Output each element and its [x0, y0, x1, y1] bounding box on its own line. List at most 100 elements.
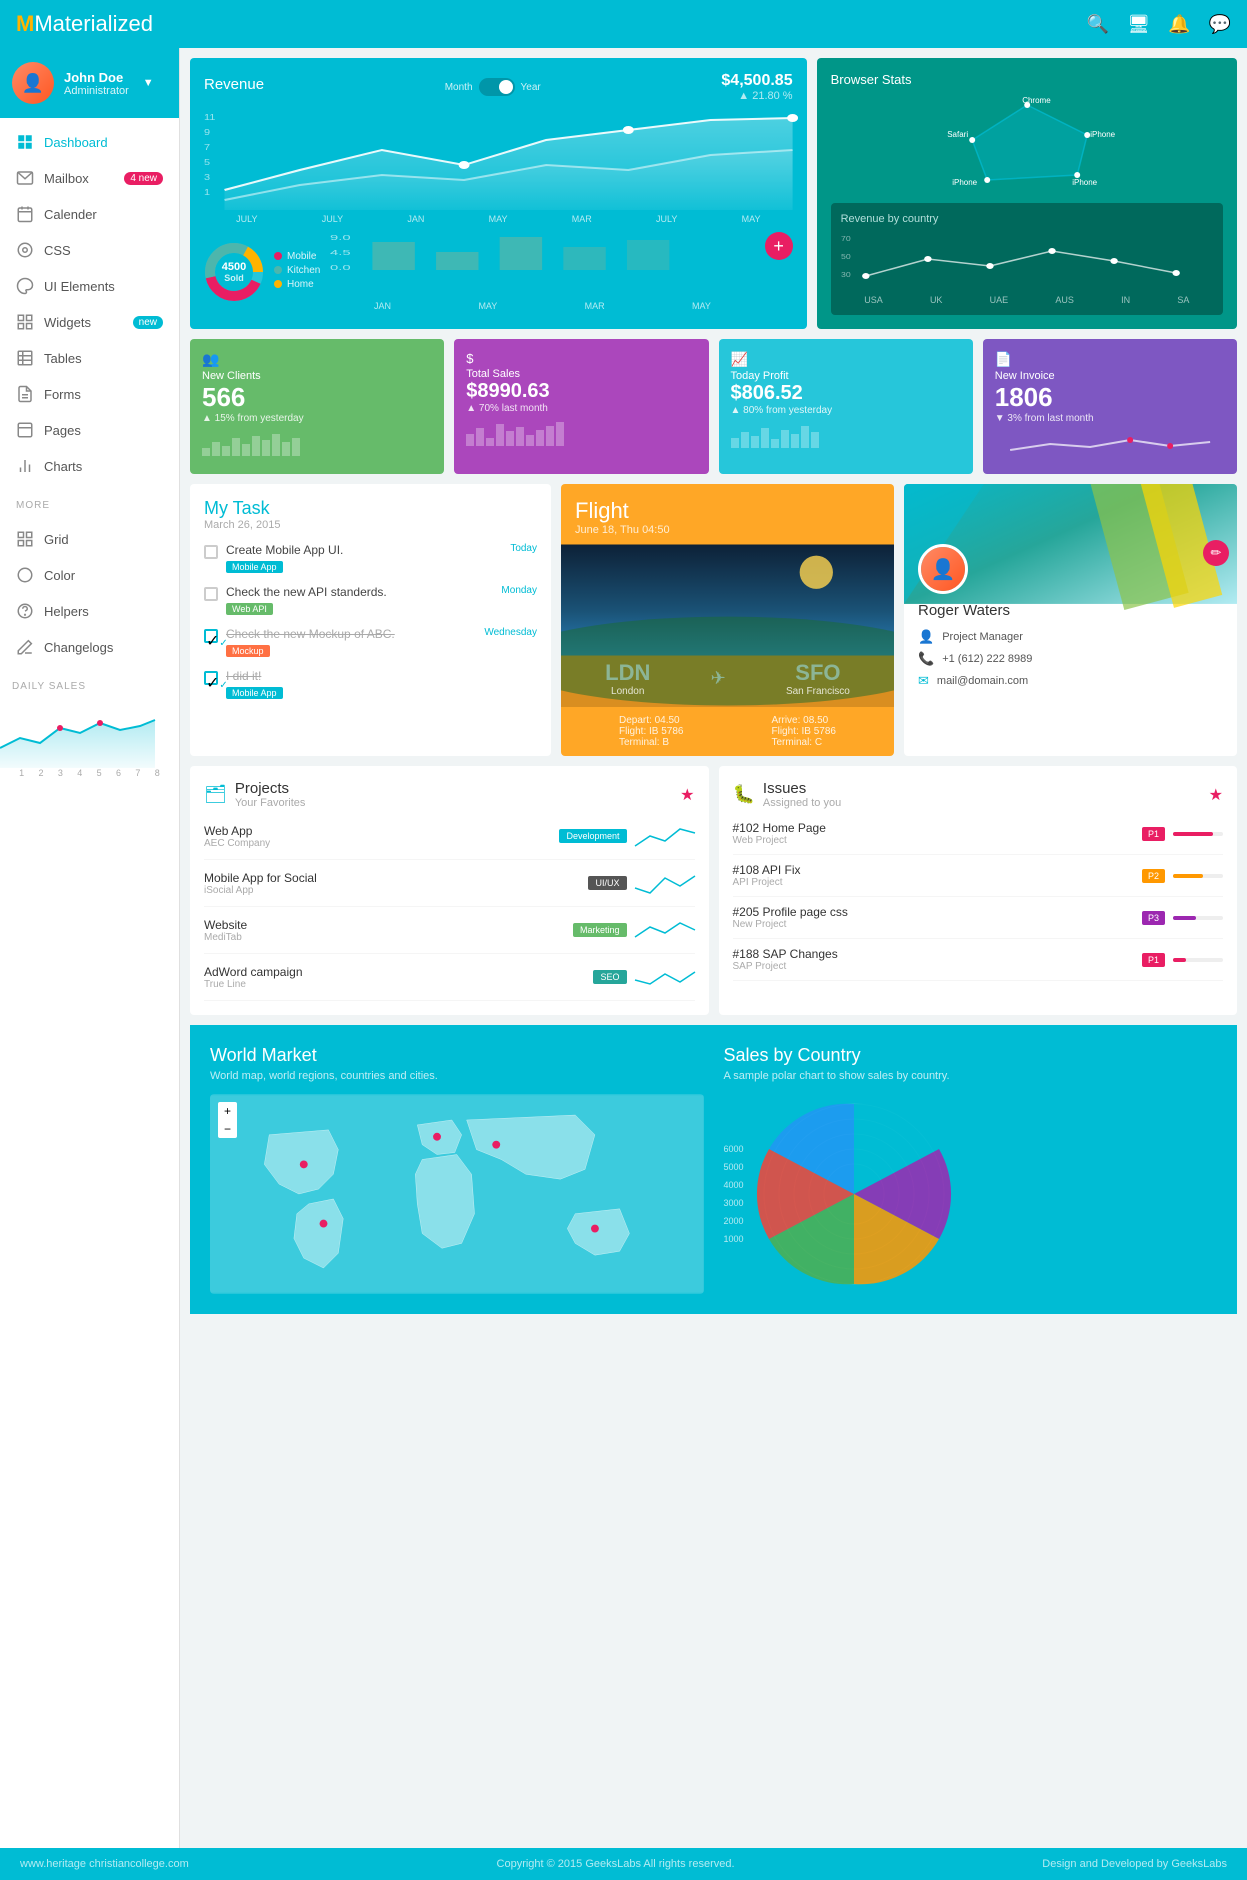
sidebar-item-color[interactable]: Color: [0, 557, 179, 593]
issue-priority-3: P3: [1142, 911, 1165, 925]
revenue-add-button[interactable]: +: [765, 232, 793, 260]
sidebar-item-helpers[interactable]: Helpers: [0, 593, 179, 629]
task-title: My Task: [204, 498, 537, 519]
issue-name-3: #205 Profile page css: [733, 905, 1142, 919]
project-name-2: Mobile App for Social: [204, 871, 588, 885]
revenue-card: Revenue Month Year $4,500.85 ▲ 21.80 %: [190, 58, 807, 329]
sidebar-label-css: CSS: [44, 243, 71, 258]
sidebar-item-widgets[interactable]: Widgets new: [0, 304, 179, 340]
mailbox-badge: 4 new: [124, 172, 163, 185]
depart-terminal: Terminal: B: [619, 737, 683, 748]
today-profit-sub: ▲ 80% from yesterday: [731, 405, 961, 416]
profile-role-item: 👤 Project Manager: [918, 629, 1223, 645]
search-icon[interactable]: 🔍: [1087, 14, 1109, 35]
sidebar-label-charts: Charts: [44, 459, 82, 474]
depart-time: Depart: 04.50: [619, 715, 683, 726]
issue-bar-1: [1173, 832, 1223, 836]
revenue-line-chart: 11 9 7 5 3 1: [204, 110, 793, 210]
main-content: Revenue Month Year $4,500.85 ▲ 21.80 %: [180, 48, 1247, 1848]
sales-by-country-title: Sales by Country: [724, 1045, 1218, 1066]
project-spark-4: [635, 962, 695, 992]
donut-value: 4500: [222, 261, 246, 273]
issues-title: Issues: [763, 780, 841, 797]
daily-sales-x-labels: 12345678: [0, 768, 179, 778]
issues-star-icon[interactable]: ★: [1209, 785, 1223, 805]
css-icon: [16, 241, 34, 259]
sidebar-item-charts[interactable]: Charts: [0, 448, 179, 484]
issues-card: 🐛 Issues Assigned to you ★ #102 Home Pag…: [719, 766, 1238, 1015]
project-name-4: AdWord campaign: [204, 965, 593, 979]
sidebar-item-grid[interactable]: Grid: [0, 521, 179, 557]
sidebar-item-ui-elements[interactable]: UI Elements: [0, 268, 179, 304]
projects-star-icon[interactable]: ★: [680, 785, 694, 805]
new-clients-sub: ▲ 15% from yesterday: [202, 413, 432, 424]
new-clients-label: New Clients: [202, 370, 432, 382]
svg-text:11: 11: [204, 113, 215, 122]
bell-icon[interactable]: 🔔: [1168, 14, 1190, 35]
browser-radar-chart: Chrome iPhone iPhone iPhone Safari: [831, 95, 1223, 195]
issue-bar-3: [1173, 916, 1223, 920]
display-icon[interactable]: 🖥: [1127, 14, 1150, 35]
sidebar-label-dashboard: Dashboard: [44, 135, 108, 150]
svg-text:3: 3: [204, 173, 210, 182]
issue-priority-4: P1: [1142, 953, 1165, 967]
issue-project-3: New Project: [733, 919, 1142, 930]
projects-card: 🗂 Projects Your Favorites ★ Web App AEC …: [190, 766, 709, 1015]
toggle-month-label: Month: [445, 82, 473, 93]
task-text-3: Check the new Mockup of ABC.: [226, 627, 476, 641]
avatar: 👤: [12, 62, 54, 104]
task-checkbox-2[interactable]: [204, 587, 218, 601]
sidebar-item-css[interactable]: CSS: [0, 232, 179, 268]
project-company-4: True Line: [204, 979, 593, 990]
issues-subtitle: Assigned to you: [763, 797, 841, 809]
project-spark-2: [635, 868, 695, 898]
issue-priority-2: P2: [1142, 869, 1165, 883]
sidebar-item-calender[interactable]: Calender: [0, 196, 179, 232]
sidebar-label-mailbox: Mailbox: [44, 171, 89, 186]
sidebar-label-changelogs: Changelogs: [44, 640, 113, 655]
sidebar-user-section: 👤 John Doe Administrator ▼: [0, 48, 179, 118]
task-tag-3: Mockup: [226, 645, 270, 657]
issue-project-1: Web Project: [733, 835, 1142, 846]
profile-edit-button[interactable]: ✏: [1203, 540, 1229, 566]
project-spark-3: [635, 915, 695, 945]
sidebar-item-dashboard[interactable]: Dashboard: [0, 124, 179, 160]
task-checkbox-4[interactable]: ✓: [204, 671, 218, 685]
sidebar-item-changelogs[interactable]: Changelogs: [0, 629, 179, 665]
browser-stats-card: Browser Stats Chrome iPhone iPhone iPhon…: [817, 58, 1237, 329]
map-zoom-in-button[interactable]: +: [218, 1102, 237, 1120]
new-invoice-label: New Invoice: [995, 370, 1225, 382]
task-checkbox-3[interactable]: ✓: [204, 629, 218, 643]
month-year-toggle[interactable]: [479, 78, 515, 96]
sidebar-item-mailbox[interactable]: Mailbox 4 new: [0, 160, 179, 196]
issue-priority-1: P1: [1142, 827, 1165, 841]
revenue-chart-labels: JULYJULYJANMAYMARJULYMAY: [204, 214, 793, 224]
today-profit-label: Today Profit: [731, 370, 961, 382]
map-zoom-out-button[interactable]: −: [218, 1120, 237, 1138]
sidebar-item-pages[interactable]: Pages: [0, 412, 179, 448]
project-name-1: Web App: [204, 824, 559, 838]
project-tag-1: Development: [559, 829, 626, 843]
new-invoice-sub: ▼ 3% from last month: [995, 413, 1225, 424]
stat-cards: 👥 New Clients 566 ▲ 15% from yesterday $…: [190, 339, 1237, 474]
svg-text:9.0: 9.0: [330, 234, 351, 242]
task-checkbox-1[interactable]: [204, 545, 218, 559]
world-map: + −: [210, 1094, 704, 1294]
chat-icon[interactable]: 💬: [1209, 14, 1231, 35]
projects-icon: 🗂: [204, 784, 227, 805]
sidebar-item-tables[interactable]: Tables: [0, 340, 179, 376]
project-tag-2: UI/UX: [588, 876, 626, 890]
middle-row: My Task March 26, 2015 Create Mobile App…: [190, 484, 1237, 756]
user-dropdown-icon[interactable]: ▼: [143, 77, 154, 89]
projects-title: Projects: [235, 780, 306, 797]
sidebar-item-forms[interactable]: Forms: [0, 376, 179, 412]
new-clients-value: 566: [202, 382, 432, 413]
arrive-flight: Flight: IB 5786: [772, 726, 836, 737]
flight-details: Depart: 04.50 Flight: IB 5786 Terminal: …: [561, 707, 894, 756]
task-tag-2: Web API: [226, 603, 273, 615]
polar-chart-area: 600050004000300020001000: [724, 1094, 1218, 1294]
issue-bar-4: [1173, 958, 1223, 962]
total-sales-icon: $: [466, 351, 696, 366]
pages-icon: [16, 421, 34, 439]
map-zoom-controls: + −: [218, 1102, 237, 1138]
